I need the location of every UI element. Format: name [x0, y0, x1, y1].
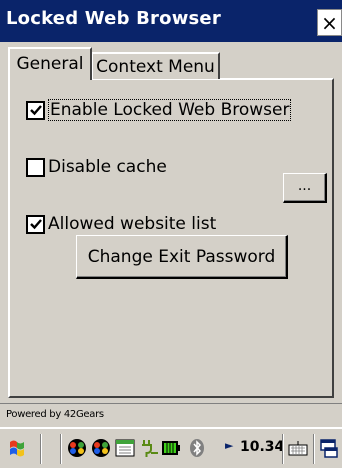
close-icon: × — [321, 10, 338, 35]
edit-website-list-button[interactable]: ... — [283, 173, 327, 203]
power-plug-icon[interactable] — [138, 437, 160, 459]
change-exit-password-button[interactable]: Change Exit Password — [76, 235, 288, 279]
tray-arrow-icon[interactable]: ► — [225, 439, 233, 452]
powered-by-text: Powered by 42Gears — [6, 409, 104, 420]
enable-locked-browser-label: Enable Locked Web Browser — [48, 99, 292, 121]
taskbar: ► 10.34 — [0, 427, 342, 468]
title-bar: Locked Web Browser × — [0, 0, 342, 42]
close-button[interactable]: × — [317, 9, 342, 36]
network-icon[interactable] — [66, 437, 88, 459]
footer-bar: Powered by 42Gears — [0, 403, 342, 427]
checkmark-icon — [29, 105, 42, 116]
desktop-icon[interactable] — [318, 437, 340, 459]
taskbar-separator — [282, 434, 284, 464]
disable-cache-option[interactable]: Disable cache — [26, 157, 167, 177]
allowed-website-list-checkbox[interactable] — [26, 214, 45, 234]
dialog-body: General Context Menu Enable Locked Web B… — [0, 42, 342, 403]
bluetooth-icon[interactable] — [186, 437, 208, 459]
window-title: Locked Web Browser — [6, 8, 221, 29]
taskbar-clock[interactable]: 10.34 — [240, 439, 284, 455]
taskbar-separator — [313, 434, 315, 464]
allowed-website-list-option[interactable]: Allowed website list — [26, 214, 216, 234]
network-icon[interactable] — [90, 437, 112, 459]
disable-cache-label: Disable cache — [48, 157, 167, 177]
keyboard-icon[interactable] — [287, 437, 309, 459]
battery-icon[interactable] — [160, 437, 182, 459]
taskbar-separator — [40, 434, 42, 464]
enable-locked-browser-checkbox[interactable] — [26, 100, 45, 120]
allowed-website-list-label: Allowed website list — [48, 214, 217, 234]
tab-general[interactable]: General — [8, 47, 92, 80]
taskbar-separator — [60, 434, 62, 464]
enable-locked-browser-option[interactable]: Enable Locked Web Browser — [26, 99, 292, 121]
disable-cache-checkbox[interactable] — [26, 157, 45, 177]
checkmark-icon — [29, 219, 42, 230]
calendar-icon[interactable] — [114, 437, 136, 459]
tab-context-menu[interactable]: Context Menu — [92, 52, 220, 79]
start-flag-icon[interactable] — [6, 437, 28, 459]
